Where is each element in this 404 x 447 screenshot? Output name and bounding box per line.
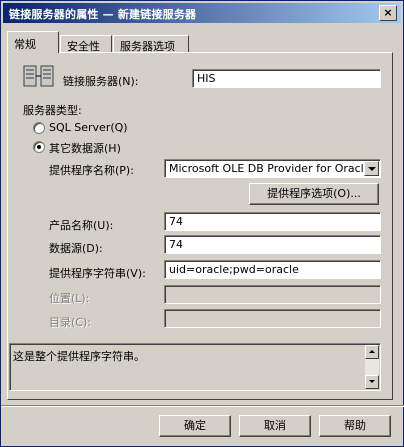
description-textarea[interactable]: 这是整个提供程序字符串。 (9, 343, 381, 391)
footer-separator (1, 405, 404, 407)
provider-name-value: Microsoft OLE DB Provider for Oracle (169, 162, 371, 175)
provider-string-label: 提供程序字符串(V): (49, 267, 146, 280)
catalog-input[interactable] (164, 309, 381, 328)
product-name-input[interactable]: 74 (164, 212, 381, 231)
ok-button[interactable]: 确定 (159, 415, 231, 437)
location-label: 位置(L): (49, 292, 90, 305)
help-button[interactable]: 帮助 (319, 415, 391, 437)
provider-name-label: 提供程序名称(P): (49, 164, 134, 177)
provider-string-input[interactable]: uid=oracle;pwd=oracle (164, 260, 381, 279)
radio-sql-server-label: SQL Server(Q) (49, 121, 128, 134)
tab-server-options[interactable]: 服务器选项 (113, 35, 189, 53)
scroll-down-icon[interactable] (365, 375, 379, 389)
close-button[interactable]: × (379, 5, 397, 21)
product-name-label: 产品名称(U): (49, 219, 114, 232)
tab-security[interactable]: 安全性 (60, 35, 112, 53)
scroll-up-icon[interactable] (365, 345, 379, 359)
location-input[interactable] (164, 285, 381, 304)
server-type-label: 服务器类型: (23, 104, 82, 117)
data-source-label: 数据源(D): (49, 242, 103, 255)
window-title: 链接服务器的属性 — 新建链接服务器 (9, 8, 197, 21)
provider-options-button[interactable]: 提供程序选项(O)... (249, 183, 379, 205)
description-text: 这是整个提供程序字符串。 (13, 350, 145, 363)
radio-sql-server[interactable] (33, 122, 45, 134)
provider-name-select[interactable]: Microsoft OLE DB Provider for Oracle (164, 159, 381, 178)
title-bar[interactable]: 链接服务器的属性 — 新建链接服务器 × (3, 3, 401, 23)
data-source-input[interactable]: 74 (164, 235, 381, 254)
description-scrollbar[interactable] (365, 345, 379, 389)
linked-server-label: 链接服务器(N): (63, 75, 139, 88)
radio-other-data-source-label: 其它数据源(H) (49, 142, 121, 155)
cancel-button[interactable]: 取消 (239, 415, 311, 437)
linked-server-input[interactable]: HIS (192, 69, 381, 88)
tab-general-label: 常规 (14, 38, 36, 51)
catalog-label: 目录(C): (49, 316, 91, 329)
radio-other-data-source[interactable] (33, 141, 45, 153)
tab-general[interactable]: 常规 (7, 31, 59, 53)
chevron-down-icon[interactable] (364, 161, 379, 176)
dialog-window: 链接服务器的属性 — 新建链接服务器 × 常规 安全性 服务器选项 链接服务器(… (0, 0, 404, 447)
linked-server-icon (23, 65, 54, 87)
